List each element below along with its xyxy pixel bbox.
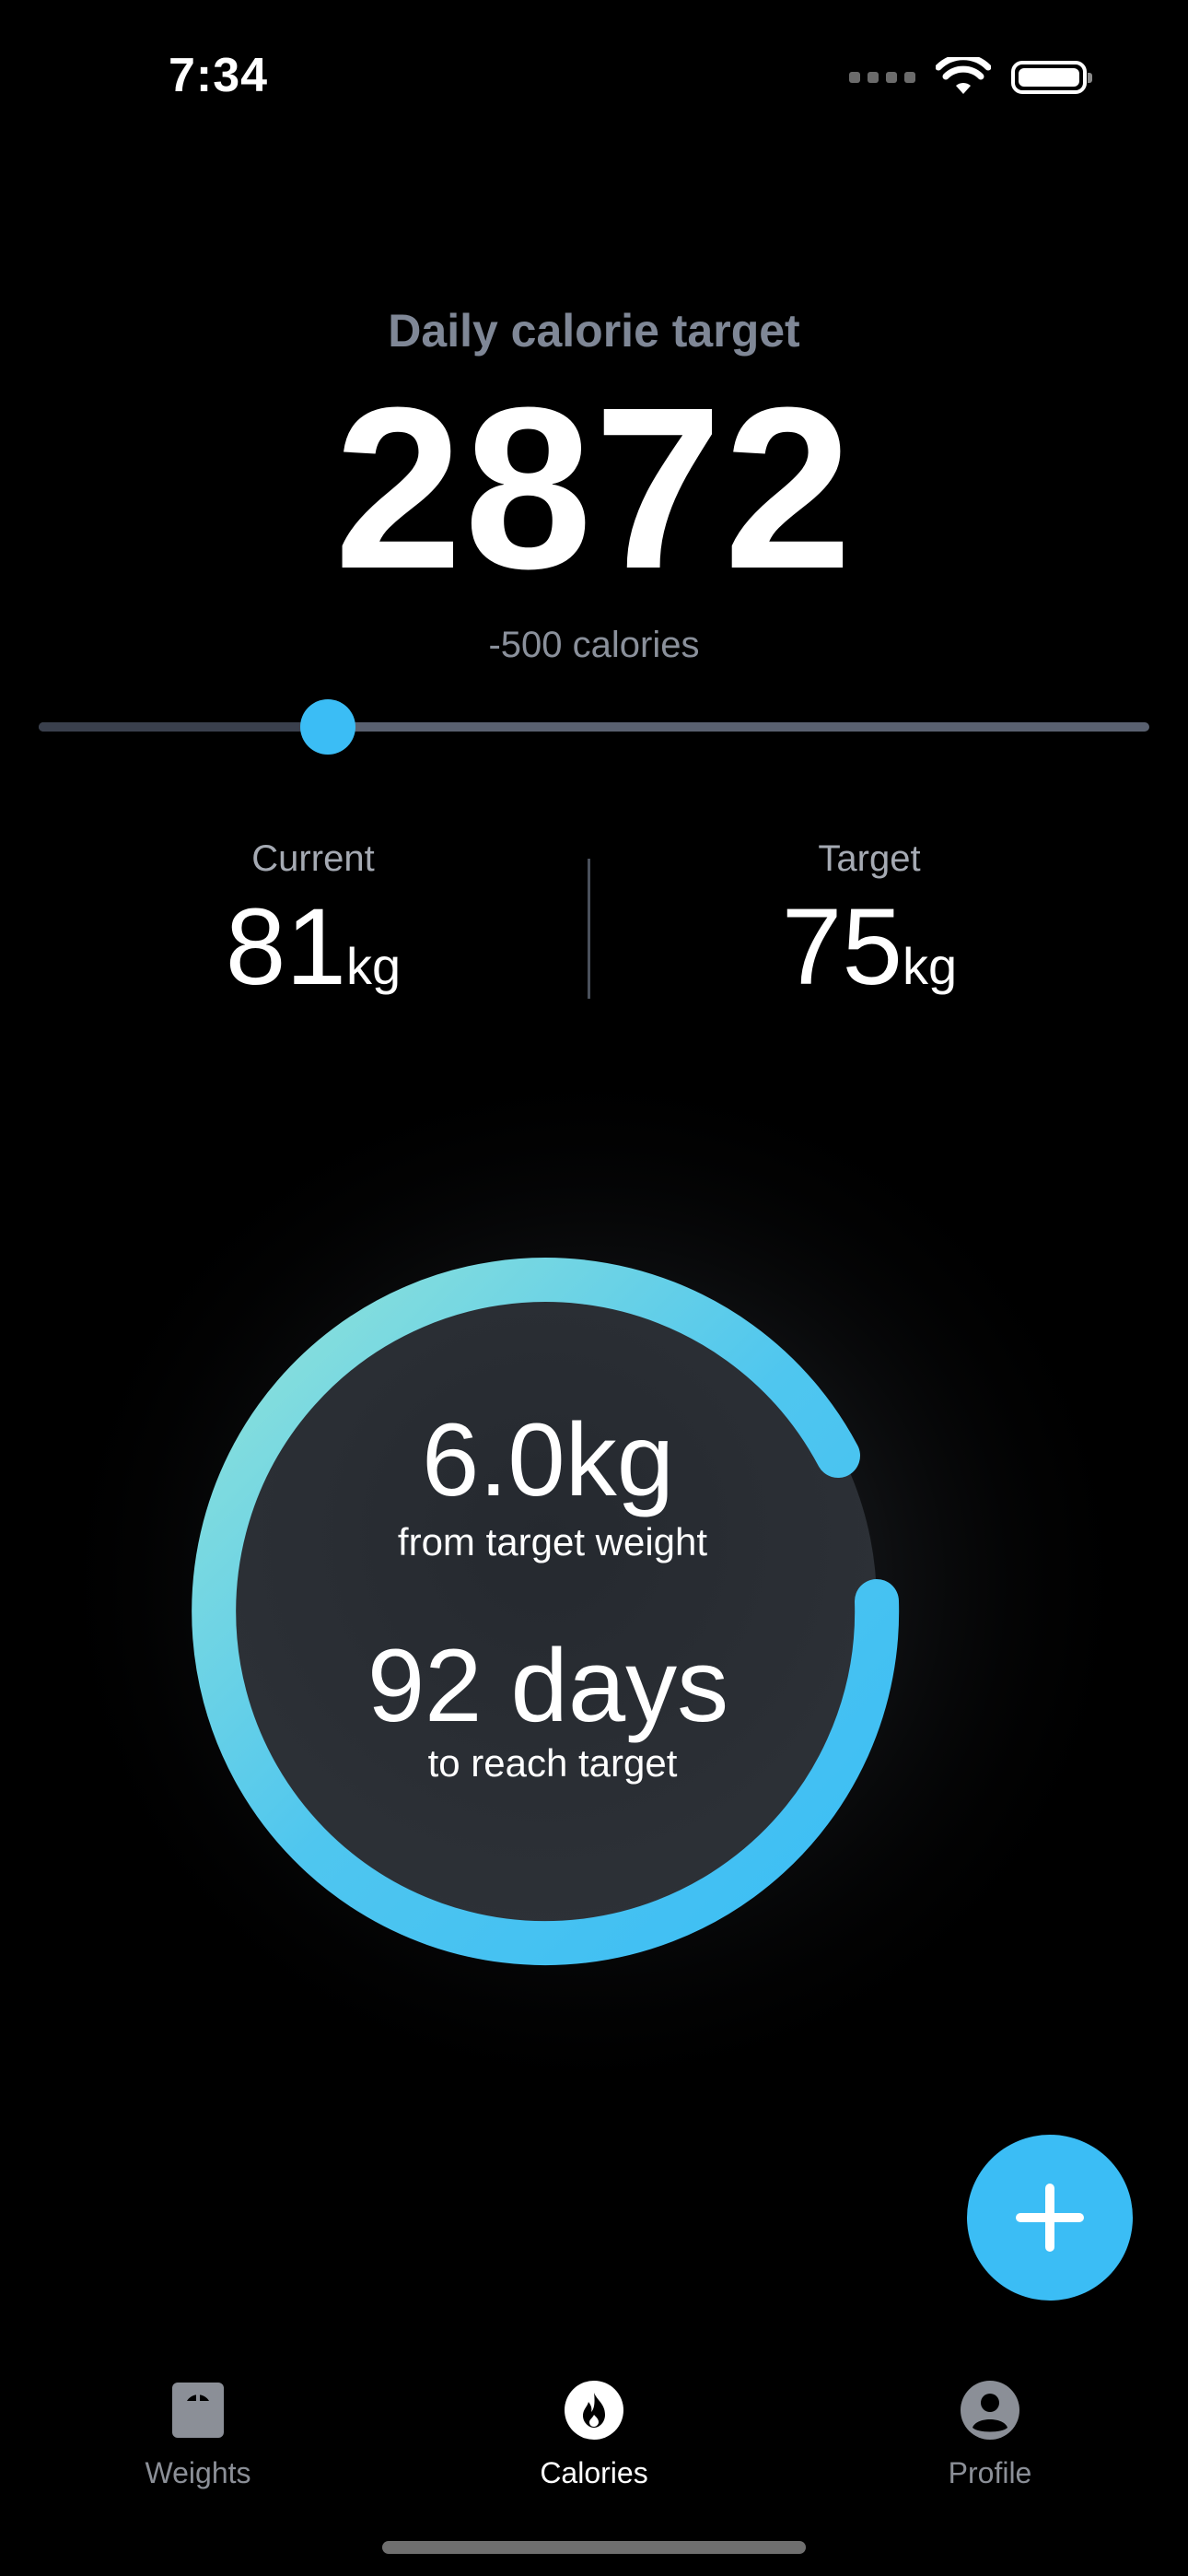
progress-ring	[37, 1069, 1151, 2137]
calorie-target-label: Daily calorie target	[388, 305, 800, 357]
weights-divider	[588, 859, 590, 999]
current-weight-label: Current	[251, 838, 375, 879]
calorie-slider-fill	[39, 722, 328, 732]
current-weight: Current 81kg	[120, 838, 507, 1001]
current-weight-unit: kg	[346, 937, 402, 995]
wifi-icon	[936, 57, 991, 94]
calorie-slider-track[interactable]	[39, 722, 1149, 732]
target-weight-unit: kg	[903, 937, 958, 995]
days-to-target: 92 days	[367, 1628, 729, 1743]
tab-profile-label: Profile	[948, 2456, 1032, 2489]
tab-calories-label: Calories	[540, 2456, 648, 2489]
current-weight-value: 81kg	[120, 893, 507, 1001]
remaining-weight-caption: from target weight	[397, 1520, 708, 1563]
target-weight-value: 75kg	[676, 893, 1063, 1001]
person-icon	[961, 2381, 1019, 2440]
target-weight: Target 75kg	[676, 838, 1063, 1001]
tab-profile[interactable]: Profile	[852, 2375, 1128, 2490]
target-weight-label: Target	[818, 838, 921, 879]
battery-icon	[1011, 61, 1092, 94]
tab-weights[interactable]: Weights	[60, 2375, 336, 2490]
current-weight-number: 81	[225, 886, 347, 1008]
target-weight-number: 75	[781, 886, 903, 1008]
cellular-signal-icon	[849, 72, 915, 83]
home-indicator	[382, 2541, 806, 2554]
scale-icon	[172, 2383, 224, 2438]
calorie-delta: -500 calories	[488, 625, 700, 665]
status-icons	[849, 57, 1092, 98]
flame-icon	[565, 2381, 623, 2440]
remaining-weight: 6.0kg	[422, 1402, 674, 1517]
tab-calories[interactable]: Calories	[456, 2375, 732, 2490]
status-time: 7:34	[169, 49, 269, 102]
plus-icon	[1016, 2184, 1084, 2252]
calorie-slider-thumb[interactable]	[299, 699, 355, 755]
days-to-target-caption: to reach target	[427, 1741, 678, 1785]
calorie-target-value: 2872	[333, 359, 855, 616]
tab-weights-label: Weights	[145, 2456, 251, 2489]
add-button[interactable]	[967, 2135, 1133, 2301]
